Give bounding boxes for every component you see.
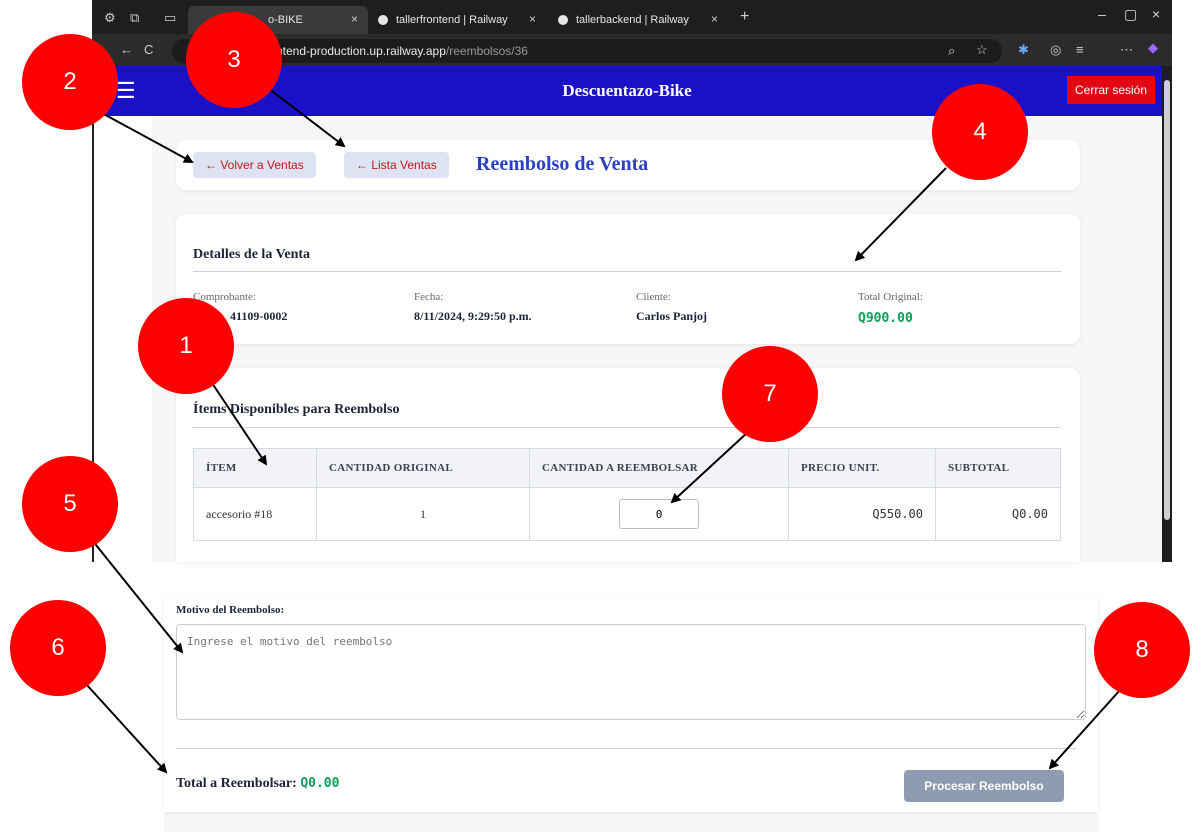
arrow-4 [854,167,947,262]
annotation-marker-2: 2 [22,34,118,130]
annotation-marker-4: 4 [932,84,1028,180]
arrow-6 [85,683,168,774]
annotation-marker-8: 8 [1094,602,1190,698]
arrow-5 [91,539,184,654]
annotation-marker-5: 5 [22,456,118,552]
arrow-3 [267,87,346,148]
annotation-marker-7: 7 [722,346,818,442]
arrow-7 [670,431,749,504]
arrow-1 [209,379,268,466]
arrow-8 [1048,689,1121,770]
annotation-marker-1: 1 [138,298,234,394]
annotation-marker-6: 6 [10,600,106,696]
arrow-2 [99,111,194,163]
annotation-marker-3: 3 [186,12,282,108]
